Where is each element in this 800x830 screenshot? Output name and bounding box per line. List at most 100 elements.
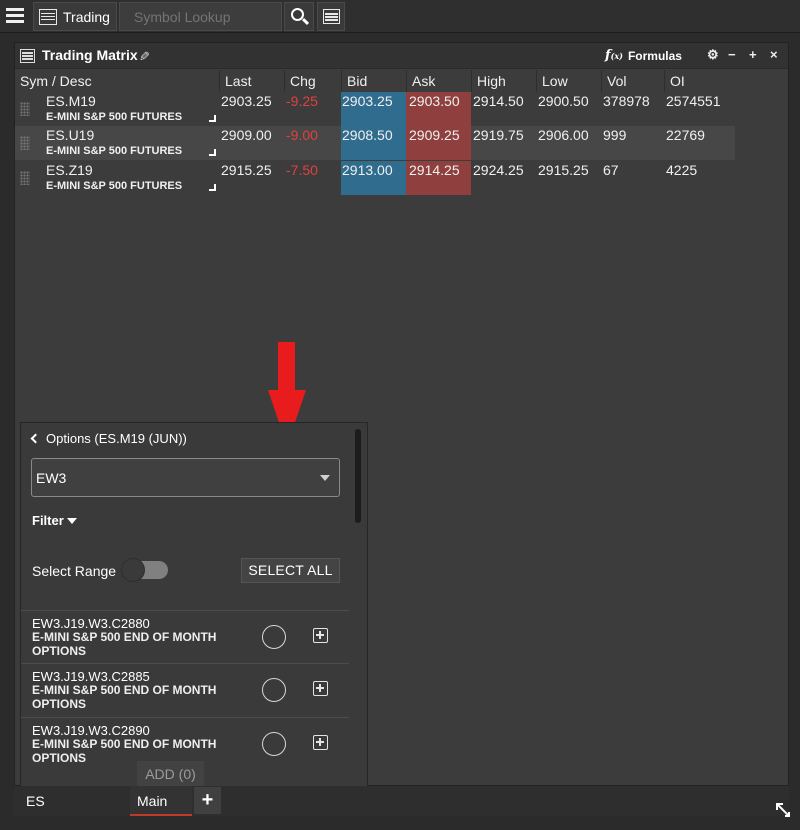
column-header[interactable]: Vol bbox=[601, 70, 664, 92]
bid-cell[interactable]: 2908.50 bbox=[341, 126, 406, 160]
expand-arrows-icon[interactable] bbox=[776, 803, 790, 817]
table-header: Sym / Desc Last Chg Bid Ask High Low Vol… bbox=[15, 70, 735, 92]
table-row[interactable]: ES.M19 E-MINI S&P 500 FUTURES 2903.25 -9… bbox=[15, 92, 735, 126]
window-header: Trading Matrix ✎ f(x) Formulas ⚙ − + × bbox=[15, 43, 788, 69]
last-cell: 2909.00 bbox=[221, 127, 272, 143]
tab-main[interactable]: Main bbox=[130, 786, 192, 816]
row-symbol: ES.Z19 bbox=[46, 162, 93, 178]
corner-resize-icon bbox=[209, 149, 216, 156]
open-interest-cell: 4225 bbox=[666, 162, 698, 178]
table-row[interactable]: ES.Z19 E-MINI S&P 500 FUTURES 2915.25 -7… bbox=[15, 161, 735, 195]
column-header[interactable]: Chg bbox=[284, 70, 341, 92]
radio-circle-icon[interactable] bbox=[262, 678, 286, 702]
select-range-toggle[interactable] bbox=[122, 559, 168, 581]
add-box-icon[interactable] bbox=[313, 681, 328, 696]
bid-cell[interactable]: 2913.00 bbox=[341, 161, 406, 195]
column-header[interactable]: Last bbox=[219, 70, 284, 92]
column-header[interactable]: Bid bbox=[341, 70, 406, 92]
window-grid-icon bbox=[39, 8, 57, 25]
chevron-left-icon bbox=[30, 433, 41, 444]
trading-tab[interactable]: Trading bbox=[33, 2, 117, 31]
add-box-icon[interactable] bbox=[313, 735, 328, 750]
radio-circle-icon[interactable] bbox=[262, 732, 286, 756]
pencil-icon[interactable]: ✎ bbox=[139, 49, 150, 65]
formulas-button[interactable]: f(x) Formulas bbox=[605, 48, 682, 63]
scrollbar[interactable] bbox=[355, 429, 361, 523]
column-header[interactable]: High bbox=[471, 70, 536, 92]
bid-cell[interactable]: 2903.25 bbox=[341, 92, 406, 126]
new-window-button[interactable] bbox=[317, 2, 345, 31]
options-back-button[interactable]: Options (ES.M19 (JUN)) bbox=[30, 431, 187, 446]
change-cell: -9.00 bbox=[286, 127, 318, 143]
option-code: EW3.J19.W3.C2885 bbox=[32, 669, 150, 684]
high-cell: 2919.75 bbox=[473, 127, 524, 143]
column-header[interactable]: OI bbox=[664, 70, 735, 92]
low-cell: 2915.25 bbox=[538, 162, 589, 178]
option-code: EW3.J19.W3.C2890 bbox=[32, 723, 150, 738]
option-code: EW3.J19.W3.C2880 bbox=[32, 616, 150, 631]
low-cell: 2900.50 bbox=[538, 93, 589, 109]
caret-down-icon bbox=[66, 517, 77, 524]
drag-handle-icon[interactable] bbox=[20, 171, 30, 185]
corner-resize-icon bbox=[209, 184, 216, 191]
symbol-lookup-input[interactable] bbox=[119, 2, 282, 31]
option-description: E-MINI S&P 500 END OF MONTH OPTIONS bbox=[32, 683, 217, 711]
last-cell: 2903.25 bbox=[221, 93, 272, 109]
ask-cell[interactable]: 2914.25 bbox=[406, 161, 471, 195]
options-panel: Options (ES.M19 (JUN)) EW3 Filter Select… bbox=[20, 422, 368, 791]
column-header[interactable]: Ask bbox=[406, 70, 471, 92]
low-cell: 2906.00 bbox=[538, 127, 589, 143]
ask-cell[interactable]: 2903.50 bbox=[406, 92, 471, 126]
row-symbol: ES.M19 bbox=[46, 93, 96, 109]
formula-icon: f(x) bbox=[605, 48, 623, 63]
minimize-icon[interactable]: − bbox=[728, 47, 736, 62]
tab-es[interactable]: ES bbox=[14, 786, 84, 816]
ask-cell[interactable]: 2909.25 bbox=[406, 126, 471, 160]
search-button[interactable] bbox=[284, 2, 314, 31]
change-cell: -7.50 bbox=[286, 162, 318, 178]
window-title: Trading Matrix bbox=[42, 47, 138, 63]
add-options-button[interactable]: ADD (0) bbox=[137, 761, 204, 787]
select-all-button[interactable]: SELECT ALL bbox=[241, 558, 340, 583]
option-root-value: EW3 bbox=[36, 470, 67, 486]
table-row[interactable]: ES.U19 E-MINI S&P 500 FUTURES 2909.00 -9… bbox=[15, 126, 735, 160]
volume-cell: 378978 bbox=[603, 93, 650, 109]
maximize-icon[interactable]: + bbox=[749, 47, 757, 62]
high-cell: 2914.50 bbox=[473, 93, 524, 109]
option-root-select[interactable]: EW3 bbox=[31, 458, 340, 497]
drag-handle-icon[interactable] bbox=[20, 102, 30, 116]
column-header[interactable]: Sym / Desc bbox=[15, 70, 219, 92]
add-tab-button[interactable]: + bbox=[194, 787, 221, 814]
filter-label: Filter bbox=[32, 513, 64, 528]
corner-resize-icon bbox=[209, 115, 216, 122]
row-symbol: ES.U19 bbox=[46, 127, 95, 143]
drag-handle-icon[interactable] bbox=[20, 136, 30, 150]
list-item[interactable]: EW3.J19.W3.C2880 E-MINI S&P 500 END OF M… bbox=[21, 610, 349, 663]
row-description: E-MINI S&P 500 FUTURES bbox=[46, 180, 183, 192]
volume-cell: 67 bbox=[603, 162, 619, 178]
select-range-label: Select Range bbox=[32, 563, 117, 579]
last-cell: 2915.25 bbox=[221, 162, 272, 178]
change-cell: -9.25 bbox=[286, 93, 318, 109]
window-grid-icon bbox=[323, 9, 340, 24]
top-toolbar: Trading bbox=[0, 0, 800, 33]
window-grid-icon bbox=[20, 49, 35, 63]
radio-circle-icon[interactable] bbox=[262, 625, 286, 649]
add-box-icon[interactable] bbox=[313, 628, 328, 643]
search-icon bbox=[291, 8, 304, 21]
row-description: E-MINI S&P 500 FUTURES bbox=[46, 145, 183, 157]
filter-toggle[interactable]: Filter bbox=[32, 513, 77, 528]
options-title: Options (ES.M19 (JUN)) bbox=[46, 431, 187, 446]
option-description: E-MINI S&P 500 END OF MONTH OPTIONS bbox=[32, 630, 217, 658]
open-interest-cell: 22769 bbox=[666, 127, 705, 143]
chevron-down-icon bbox=[320, 475, 330, 481]
bottom-tab-bar: ES Main + bbox=[14, 786, 789, 816]
trading-tab-label: Trading bbox=[63, 8, 110, 25]
volume-cell: 999 bbox=[603, 127, 627, 143]
gear-icon[interactable]: ⚙ bbox=[707, 47, 719, 63]
hamburger-menu-icon[interactable] bbox=[3, 5, 29, 27]
list-item[interactable]: EW3.J19.W3.C2885 E-MINI S&P 500 END OF M… bbox=[21, 663, 349, 716]
toggle-knob bbox=[122, 559, 144, 581]
close-icon[interactable]: × bbox=[770, 47, 778, 62]
column-header[interactable]: Low bbox=[536, 70, 601, 92]
